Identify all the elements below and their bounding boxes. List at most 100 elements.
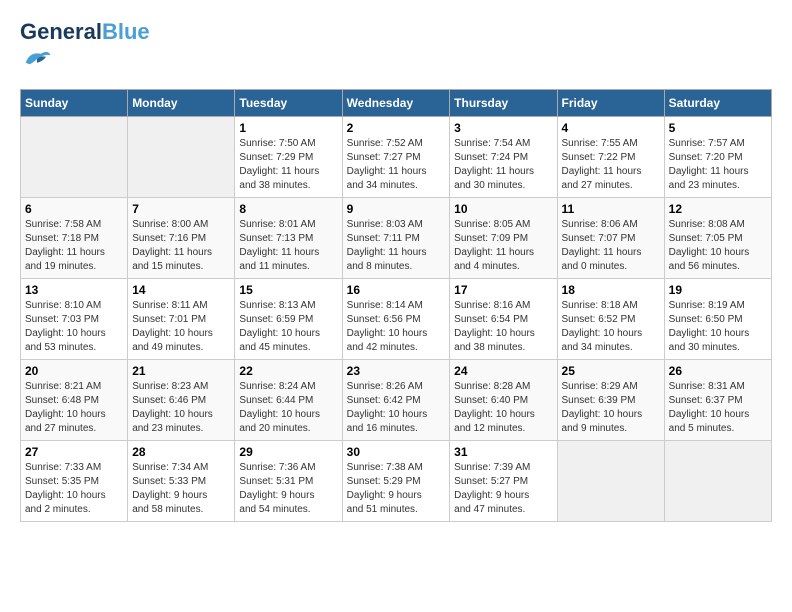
day-info: Sunrise: 8:31 AM Sunset: 6:37 PM Dayligh… bbox=[669, 380, 767, 436]
day-number: 29 bbox=[239, 445, 337, 459]
calendar-body: 1 Sunrise: 7:50 AM Sunset: 7:29 PM Daylig… bbox=[21, 117, 772, 522]
weekday-header-cell: Friday bbox=[557, 90, 664, 117]
calendar-cell: 24 Sunrise: 8:28 AM Sunset: 6:40 PM Dayli… bbox=[450, 360, 557, 441]
weekday-header-cell: Tuesday bbox=[235, 90, 342, 117]
calendar-cell: 11 Sunrise: 8:06 AM Sunset: 7:07 PM Dayli… bbox=[557, 198, 664, 279]
calendar-cell: 27Sunrise: 7:33 AM Sunset: 5:35 PM Dayli… bbox=[21, 441, 128, 522]
calendar-cell: 13 Sunrise: 8:10 AM Sunset: 7:03 PM Dayli… bbox=[21, 279, 128, 360]
weekday-header-cell: Saturday bbox=[664, 90, 771, 117]
calendar-cell bbox=[21, 117, 128, 198]
calendar-table: SundayMondayTuesdayWednesdayThursdayFrid… bbox=[20, 89, 772, 522]
day-info: Sunrise: 8:26 AM Sunset: 6:42 PM Dayligh… bbox=[347, 380, 446, 436]
day-number: 21 bbox=[132, 364, 230, 378]
weekday-header-cell: Monday bbox=[128, 90, 235, 117]
weekday-header-cell: Wednesday bbox=[342, 90, 450, 117]
day-number: 26 bbox=[669, 364, 767, 378]
calendar-cell: 9 Sunrise: 8:03 AM Sunset: 7:11 PM Daylig… bbox=[342, 198, 450, 279]
page-header: GeneralBlue bbox=[20, 20, 772, 79]
day-info: Sunrise: 7:38 AM Sunset: 5:29 PM Dayligh… bbox=[347, 461, 446, 517]
day-number: 6 bbox=[25, 202, 123, 216]
calendar-cell: 3 Sunrise: 7:54 AM Sunset: 7:24 PM Daylig… bbox=[450, 117, 557, 198]
calendar-week-row: 1 Sunrise: 7:50 AM Sunset: 7:29 PM Daylig… bbox=[21, 117, 772, 198]
day-number: 4 bbox=[562, 121, 660, 135]
day-number: 24 bbox=[454, 364, 552, 378]
day-number: 22 bbox=[239, 364, 337, 378]
calendar-cell: 31 Sunrise: 7:39 AM Sunset: 5:27 PM Dayli… bbox=[450, 441, 557, 522]
day-info: Sunrise: 7:57 AM Sunset: 7:20 PM Dayligh… bbox=[669, 137, 767, 193]
calendar-cell: 23Sunrise: 8:26 AM Sunset: 6:42 PM Dayli… bbox=[342, 360, 450, 441]
day-number: 19 bbox=[669, 283, 767, 297]
day-info: Sunrise: 8:13 AM Sunset: 6:59 PM Dayligh… bbox=[239, 299, 337, 355]
day-info: Sunrise: 8:03 AM Sunset: 7:11 PM Dayligh… bbox=[347, 218, 446, 274]
calendar-cell: 12Sunrise: 8:08 AM Sunset: 7:05 PM Dayli… bbox=[664, 198, 771, 279]
day-number: 28 bbox=[132, 445, 230, 459]
calendar-cell: 30 Sunrise: 7:38 AM Sunset: 5:29 PM Dayli… bbox=[342, 441, 450, 522]
logo: GeneralBlue bbox=[20, 20, 150, 79]
day-number: 11 bbox=[562, 202, 660, 216]
day-info: Sunrise: 8:05 AM Sunset: 7:09 PM Dayligh… bbox=[454, 218, 552, 274]
day-number: 15 bbox=[239, 283, 337, 297]
day-info: Sunrise: 7:39 AM Sunset: 5:27 PM Dayligh… bbox=[454, 461, 552, 517]
day-info: Sunrise: 8:16 AM Sunset: 6:54 PM Dayligh… bbox=[454, 299, 552, 355]
day-info: Sunrise: 7:34 AM Sunset: 5:33 PM Dayligh… bbox=[132, 461, 230, 517]
weekday-header-row: SundayMondayTuesdayWednesdayThursdayFrid… bbox=[21, 90, 772, 117]
day-info: Sunrise: 8:18 AM Sunset: 6:52 PM Dayligh… bbox=[562, 299, 660, 355]
day-info: Sunrise: 7:50 AM Sunset: 7:29 PM Dayligh… bbox=[239, 137, 337, 193]
day-number: 1 bbox=[239, 121, 337, 135]
day-info: Sunrise: 8:06 AM Sunset: 7:07 PM Dayligh… bbox=[562, 218, 660, 274]
calendar-cell: 29 Sunrise: 7:36 AM Sunset: 5:31 PM Dayli… bbox=[235, 441, 342, 522]
calendar-cell: 5 Sunrise: 7:57 AM Sunset: 7:20 PM Daylig… bbox=[664, 117, 771, 198]
calendar-cell: 15 Sunrise: 8:13 AM Sunset: 6:59 PM Dayli… bbox=[235, 279, 342, 360]
day-number: 18 bbox=[562, 283, 660, 297]
day-number: 5 bbox=[669, 121, 767, 135]
calendar-cell: 17 Sunrise: 8:16 AM Sunset: 6:54 PM Dayli… bbox=[450, 279, 557, 360]
day-number: 2 bbox=[347, 121, 446, 135]
calendar-cell: 25Sunrise: 8:29 AM Sunset: 6:39 PM Dayli… bbox=[557, 360, 664, 441]
day-number: 16 bbox=[347, 283, 446, 297]
weekday-header-cell: Thursday bbox=[450, 90, 557, 117]
calendar-cell: 1 Sunrise: 7:50 AM Sunset: 7:29 PM Daylig… bbox=[235, 117, 342, 198]
day-info: Sunrise: 8:28 AM Sunset: 6:40 PM Dayligh… bbox=[454, 380, 552, 436]
calendar-cell bbox=[128, 117, 235, 198]
calendar-cell: 16 Sunrise: 8:14 AM Sunset: 6:56 PM Dayli… bbox=[342, 279, 450, 360]
calendar-cell: 19 Sunrise: 8:19 AM Sunset: 6:50 PM Dayli… bbox=[664, 279, 771, 360]
calendar-week-row: 27Sunrise: 7:33 AM Sunset: 5:35 PM Dayli… bbox=[21, 441, 772, 522]
calendar-week-row: 6 Sunrise: 7:58 AM Sunset: 7:18 PM Daylig… bbox=[21, 198, 772, 279]
calendar-cell: 10Sunrise: 8:05 AM Sunset: 7:09 PM Dayli… bbox=[450, 198, 557, 279]
day-info: Sunrise: 8:23 AM Sunset: 6:46 PM Dayligh… bbox=[132, 380, 230, 436]
calendar-cell: 22Sunrise: 8:24 AM Sunset: 6:44 PM Dayli… bbox=[235, 360, 342, 441]
day-number: 9 bbox=[347, 202, 446, 216]
day-info: Sunrise: 8:11 AM Sunset: 7:01 PM Dayligh… bbox=[132, 299, 230, 355]
day-number: 17 bbox=[454, 283, 552, 297]
day-number: 13 bbox=[25, 283, 123, 297]
logo-text: GeneralBlue bbox=[20, 20, 150, 44]
day-number: 20 bbox=[25, 364, 123, 378]
day-info: Sunrise: 8:19 AM Sunset: 6:50 PM Dayligh… bbox=[669, 299, 767, 355]
calendar-cell bbox=[557, 441, 664, 522]
day-number: 25 bbox=[562, 364, 660, 378]
calendar-cell: 28 Sunrise: 7:34 AM Sunset: 5:33 PM Dayli… bbox=[128, 441, 235, 522]
day-number: 30 bbox=[347, 445, 446, 459]
day-info: Sunrise: 7:36 AM Sunset: 5:31 PM Dayligh… bbox=[239, 461, 337, 517]
day-number: 31 bbox=[454, 445, 552, 459]
calendar-cell: 20 Sunrise: 8:21 AM Sunset: 6:48 PM Dayli… bbox=[21, 360, 128, 441]
calendar-week-row: 13 Sunrise: 8:10 AM Sunset: 7:03 PM Dayli… bbox=[21, 279, 772, 360]
day-info: Sunrise: 8:10 AM Sunset: 7:03 PM Dayligh… bbox=[25, 299, 123, 355]
day-info: Sunrise: 8:00 AM Sunset: 7:16 PM Dayligh… bbox=[132, 218, 230, 274]
day-info: Sunrise: 7:58 AM Sunset: 7:18 PM Dayligh… bbox=[25, 218, 123, 274]
calendar-cell: 18 Sunrise: 8:18 AM Sunset: 6:52 PM Dayli… bbox=[557, 279, 664, 360]
calendar-cell: 4Sunrise: 7:55 AM Sunset: 7:22 PM Daylig… bbox=[557, 117, 664, 198]
day-number: 8 bbox=[239, 202, 337, 216]
day-info: Sunrise: 7:54 AM Sunset: 7:24 PM Dayligh… bbox=[454, 137, 552, 193]
day-info: Sunrise: 8:14 AM Sunset: 6:56 PM Dayligh… bbox=[347, 299, 446, 355]
calendar-cell: 8Sunrise: 8:01 AM Sunset: 7:13 PM Daylig… bbox=[235, 198, 342, 279]
calendar-week-row: 20 Sunrise: 8:21 AM Sunset: 6:48 PM Dayli… bbox=[21, 360, 772, 441]
day-info: Sunrise: 8:21 AM Sunset: 6:48 PM Dayligh… bbox=[25, 380, 123, 436]
day-number: 12 bbox=[669, 202, 767, 216]
day-number: 7 bbox=[132, 202, 230, 216]
day-info: Sunrise: 7:52 AM Sunset: 7:27 PM Dayligh… bbox=[347, 137, 446, 193]
calendar-cell: 2 Sunrise: 7:52 AM Sunset: 7:27 PM Daylig… bbox=[342, 117, 450, 198]
calendar-cell: 26 Sunrise: 8:31 AM Sunset: 6:37 PM Dayli… bbox=[664, 360, 771, 441]
day-number: 3 bbox=[454, 121, 552, 135]
day-number: 27 bbox=[25, 445, 123, 459]
